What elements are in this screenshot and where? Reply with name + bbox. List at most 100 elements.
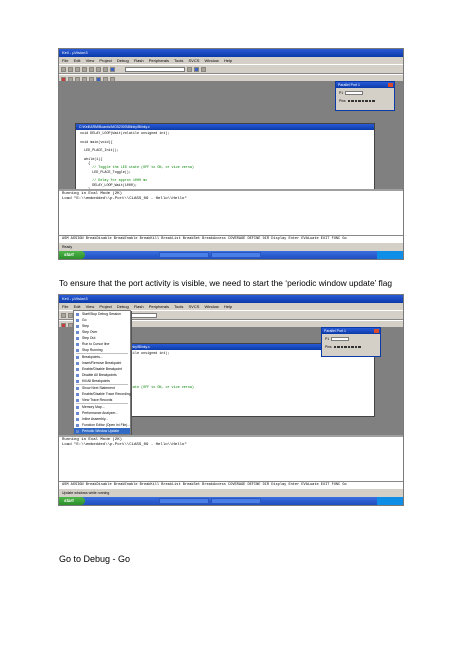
menu-view[interactable]: View — [86, 58, 95, 63]
caption-debug-go: Go to Debug - Go — [59, 554, 131, 564]
cut-icon[interactable] — [82, 66, 87, 72]
menu-debug[interactable]: Debug — [117, 304, 129, 309]
port-bits[interactable] — [347, 99, 375, 103]
debug-menu-item-label: Enable/Disable Trace Recording — [82, 392, 131, 396]
new-file-icon[interactable] — [61, 312, 66, 318]
debug-menu-item-label: Step Out — [82, 336, 96, 340]
caption-periodic-update: To ensure that the port activity is visi… — [59, 278, 393, 288]
menu-item-icon — [76, 361, 79, 365]
output-text: Running in Eval Mode (2K) Load "E:\\embed… — [62, 192, 187, 201]
menu-item-icon — [76, 312, 79, 316]
menu-svcs[interactable]: SVCS — [189, 304, 200, 309]
taskbar-app-2[interactable] — [211, 498, 261, 504]
port-value-field[interactable] — [345, 91, 364, 95]
debug-menu-item[interactable]: Periodic Window Update — [74, 428, 130, 434]
output-text: Running in Eval Mode (2K) Load "E:\\embed… — [62, 438, 187, 447]
menu-item-icon — [76, 386, 79, 390]
close-icon[interactable] — [374, 329, 379, 333]
menu-item-icon — [76, 342, 79, 346]
menu-help[interactable]: Help — [224, 304, 232, 309]
menu-tools[interactable]: Tools — [174, 58, 183, 63]
debug-menu-item-label: Go — [82, 318, 87, 322]
taskbar-app-2[interactable] — [211, 252, 261, 258]
debug-menu-item[interactable]: Stop Running — [74, 347, 130, 353]
status-bar: Ready — [59, 242, 403, 251]
debug-menu-item-label: Disable All Breakpoints — [82, 373, 117, 377]
find-combo[interactable] — [125, 66, 185, 72]
menu-bar: File Edit View Project Debug Flash Perip… — [59, 57, 403, 64]
port-row-pins: Pins — [336, 98, 394, 104]
menu-window[interactable]: Window — [205, 58, 219, 63]
debug-menu-item-label: Start/Stop Debug Session — [82, 312, 122, 316]
menu-window[interactable]: Window — [205, 304, 219, 309]
menu-flash[interactable]: Flash — [134, 304, 144, 309]
menu-edit[interactable]: Edit — [74, 304, 81, 309]
port-bits[interactable] — [333, 345, 361, 349]
new-file-icon[interactable] — [61, 66, 66, 72]
parallel-port-window[interactable]: Parallel Port 1 P1 Pins — [335, 81, 395, 111]
taskbar: start — [59, 251, 403, 259]
debug-icon[interactable] — [194, 66, 199, 72]
menu-item-icon — [76, 336, 79, 340]
taskbar-clock — [377, 251, 403, 259]
menu-item-icon — [76, 367, 79, 371]
build-icon[interactable] — [187, 66, 192, 72]
debug-menu-item-label: Kill All Breakpoints — [82, 379, 110, 383]
menu-edit[interactable]: Edit — [74, 58, 81, 63]
debug-menu-item-label: Insert/Remove Breakpoint — [82, 361, 122, 365]
port-value-field[interactable] — [331, 337, 350, 341]
debug-menu-item[interactable]: View Trace Records — [74, 397, 130, 403]
menu-debug[interactable]: Debug — [117, 58, 129, 63]
debug-menu-item-label: Breakpoints... — [82, 355, 103, 359]
menu-peripherals[interactable]: Peripherals — [149, 58, 169, 63]
menu-view[interactable]: View — [86, 304, 95, 309]
options-icon[interactable] — [201, 66, 206, 72]
save-icon[interactable] — [75, 66, 80, 72]
start-button[interactable]: start — [59, 251, 85, 259]
port-window-title: Parallel Port 1 — [324, 329, 346, 333]
menu-item-icon — [76, 330, 79, 334]
undo-icon[interactable] — [103, 66, 108, 72]
taskbar-clock — [377, 497, 403, 505]
menu-project[interactable]: Project — [99, 304, 111, 309]
debug-menu-item-label: Performance Analyzer... — [82, 411, 118, 415]
paste-icon[interactable] — [96, 66, 101, 72]
toolbar-main — [59, 64, 403, 74]
close-icon[interactable] — [388, 83, 393, 87]
workspace: C:\Keil\ARM\Boards\MCB2300\Blinky\Blinky… — [59, 81, 403, 200]
start-button[interactable]: start — [59, 497, 85, 505]
open-file-icon[interactable] — [68, 66, 73, 72]
menu-item-icon — [76, 324, 79, 328]
menu-file[interactable]: File — [62, 58, 68, 63]
menu-project[interactable]: Project — [99, 58, 111, 63]
menu-peripherals[interactable]: Peripherals — [149, 304, 169, 309]
taskbar-app-1[interactable] — [159, 252, 209, 258]
menu-file[interactable]: File — [62, 304, 68, 309]
menu-item-icon — [76, 429, 79, 433]
menu-help[interactable]: Help — [224, 58, 232, 63]
debug-menu-item-label: Show Next Statement — [82, 386, 115, 390]
menu-item-icon — [76, 318, 79, 322]
find-icon[interactable] — [110, 66, 115, 72]
status-bar: Update windows while running — [59, 488, 403, 497]
debug-menu-item[interactable]: Kill All Breakpoints — [74, 378, 130, 384]
debug-menu-item-label: Periodic Window Update — [82, 429, 120, 433]
menu-item-icon — [76, 398, 79, 402]
menu-tools[interactable]: Tools — [174, 304, 183, 309]
menu-item-icon — [76, 405, 79, 409]
window-title: Keil - µVision3 — [59, 49, 403, 57]
menu-item-icon — [76, 392, 79, 396]
menu-flash[interactable]: Flash — [134, 58, 144, 63]
menu-item-icon — [76, 379, 79, 383]
debug-menu-item-label: Inline Assembly... — [82, 417, 109, 421]
debug-dropdown-menu: Start/Stop Debug Session Go Step Step Over S… — [73, 310, 131, 435]
editor-window[interactable]: C:\Keil\ARM\Boards\MCB2300\Blinky\Blinky… — [75, 123, 375, 200]
screenshot-debug-menu: Keil - µVision3 File Edit View Project D… — [58, 294, 404, 506]
output-window: Running in Eval Mode (2K) Load "E:\\embed… — [59, 189, 403, 243]
taskbar-app-1[interactable] — [159, 498, 209, 504]
debug-menu-item-label: Step — [82, 324, 89, 328]
menu-item-icon — [76, 411, 79, 415]
parallel-port-window[interactable]: Parallel Port 1 P1 Pins — [321, 327, 381, 357]
menu-svcs[interactable]: SVCS — [189, 58, 200, 63]
copy-icon[interactable] — [89, 66, 94, 72]
